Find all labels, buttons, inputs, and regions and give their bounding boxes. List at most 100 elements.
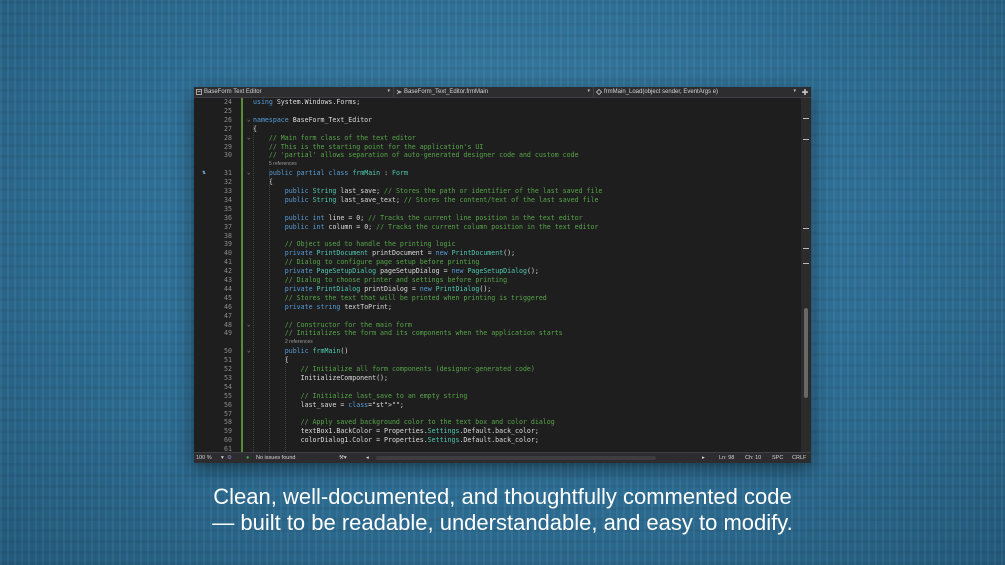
fold-toggle-icon[interactable]: ⌄ [247,169,251,178]
indent-guide [269,169,270,454]
scroll-marker [803,263,809,264]
code-line: 49 // Initializes the form and its compo… [194,329,794,338]
code-line: 28 ⌄ // Main form class of the text edito… [194,134,794,143]
code-line: 56 last_save = class="st">""; [194,401,794,410]
zoom-level[interactable]: 100 % [196,454,212,462]
scroll-right-icon[interactable]: ▸ [702,454,705,462]
codelens-references: 2 references [194,338,794,347]
horizontal-scrollbar[interactable] [376,456,656,460]
issues-status[interactable]: No issues found [256,454,295,462]
references-link[interactable]: 5 references [269,160,297,169]
column-indicator[interactable]: Ch: 10 [745,454,761,462]
caption-line-2: — built to be readable, understandable, … [212,510,793,535]
code-line: 32 { [194,178,794,187]
scrollbar-thumb[interactable] [804,308,808,398]
code-text: // 'partial' allows separation of auto-g… [268,151,579,160]
line-number: 56 [224,400,232,409]
member-dropdown[interactable]: frmMain_Load(object sender, EventArgs e)… [594,87,799,97]
line-ending-indicator[interactable]: CRLF [792,454,806,462]
code-text: private PageSetupDialog pageSetupDialog … [284,267,539,276]
code-text: // Dialog to choose printer and settings… [284,276,508,284]
line-number: 51 [224,356,232,365]
code-text: private PrintDocument printDocument = ne… [284,249,516,258]
line-number: 26 [224,115,232,124]
line-number: 34 [224,195,232,204]
code-line: 35 [194,205,794,214]
line-number: 38 [224,231,232,240]
code-line: 26 ⌄ namespace BaseForm_Text_Editor [194,116,794,125]
navigate-to-declaration-icon[interactable]: ⇅ [202,169,206,178]
code-text: colorDialog1.Color = Properties.Settings… [253,436,539,445]
line-number: 31 [224,169,232,178]
line-number: 36 [224,213,232,222]
line-number: 44 [224,284,232,293]
fold-toggle-icon[interactable]: ⌄ [247,116,251,125]
code-line: 54 [194,383,794,392]
line-number: 50 [224,347,232,356]
intellicode-icon[interactable]: ⚙ [227,454,232,462]
line-number: 48 [224,320,232,329]
class-dropdown[interactable]: BaseForm_Text_Editor.frmMain ▾ [394,87,594,97]
code-line: 34 public String last_save_text; // Stor… [194,196,794,205]
code-text: public partial class frmMain : Form [268,169,408,178]
code-text: public int column = 0; // Tracks the cur… [284,222,599,231]
code-line: 27{ [194,125,794,134]
fold-toggle-icon[interactable]: ⌄ [247,134,251,143]
code-line: 59 textBox1.BackColor = Properties.Setti… [194,427,794,436]
code-line: 50 ⌄ public frmMain() [194,347,794,356]
code-text: // Initialize all form components (desig… [300,365,535,373]
code-text: { [253,356,289,365]
scroll-marker [803,248,809,249]
line-number: 30 [224,151,232,160]
scroll-marker [803,118,809,119]
indent-guide [285,356,286,454]
project-dropdown[interactable]: BaseForm Text Editor ▾ [194,87,394,97]
line-indicator[interactable]: Ln: 98 [719,454,734,462]
chevron-down-icon[interactable]: ▾ [221,454,224,462]
fold-toggle-icon[interactable]: ⌄ [247,347,251,356]
line-number: 40 [224,249,232,258]
line-number: 55 [224,391,232,400]
line-number: 59 [224,427,232,436]
line-number: 24 [224,98,232,106]
code-line: 53 InitializeComponent(); [194,374,794,383]
code-line: 55 // Initialize last_save to an empty s… [194,392,794,401]
fold-toggle-icon[interactable]: ⌄ [247,321,251,330]
code-line: 44 private PrintDialog printDialog = new… [194,285,794,294]
line-number: 47 [224,311,232,320]
line-number: 58 [224,418,232,427]
code-line: 31 ⌄ ⇅ public partial class frmMain : Form [194,169,794,178]
code-text: public frmMain() [284,347,349,356]
code-line: 25 [194,107,794,116]
code-line: 42 private PageSetupDialog pageSetupDial… [194,267,794,276]
line-number: 52 [224,365,232,373]
code-text: // Object used to handle the printing lo… [284,240,456,249]
line-number: 25 [224,106,232,115]
code-line: 38 [194,232,794,241]
code-editor-window: BaseForm Text Editor ▾ BaseForm_Text_Edi… [194,87,811,463]
code-text: public int line = 0; // Tracks the curre… [284,213,583,222]
line-number: 42 [224,267,232,276]
code-line: 52 // Initialize all form components (de… [194,365,794,374]
spacing-indicator[interactable]: SPC [772,454,783,462]
code-line: 36 public int line = 0; // Tracks the cu… [194,214,794,223]
split-add-icon[interactable]: ✚ [799,88,811,97]
vertical-scrollbar[interactable] [801,98,811,452]
code-line: 43 // Dialog to choose printer and setti… [194,276,794,285]
code-area[interactable]: 24 using System.Windows.Forms; 25 26 ⌄ namesp… [194,98,811,462]
code-line: 47 [194,312,794,321]
code-text: // Dialog to configure page setup before… [284,258,480,267]
code-text: public String last_save_text; // Stores … [284,195,599,204]
status-bar: 100 % ▾ ⚙ ● No issues found ⚒▾ ◂ ▸ Ln: 9… [194,452,811,463]
brush-icon[interactable]: ⚒▾ [339,454,347,462]
scroll-left-icon[interactable]: ◂ [366,454,369,462]
references-link[interactable]: 2 references [285,338,313,347]
code-text: namespace BaseForm_Text_Editor [253,115,373,124]
code-text: using System.Windows.Forms; [253,98,361,106]
member-label: frmMain_Load(object sender, EventArgs e) [604,89,719,95]
line-number: 57 [224,409,232,418]
code-text: // This is the starting point for the ap… [268,142,484,151]
line-number: 45 [224,293,232,302]
code-text: // Stores the text that will be printed … [284,293,547,302]
csharp-project-icon [196,89,202,95]
